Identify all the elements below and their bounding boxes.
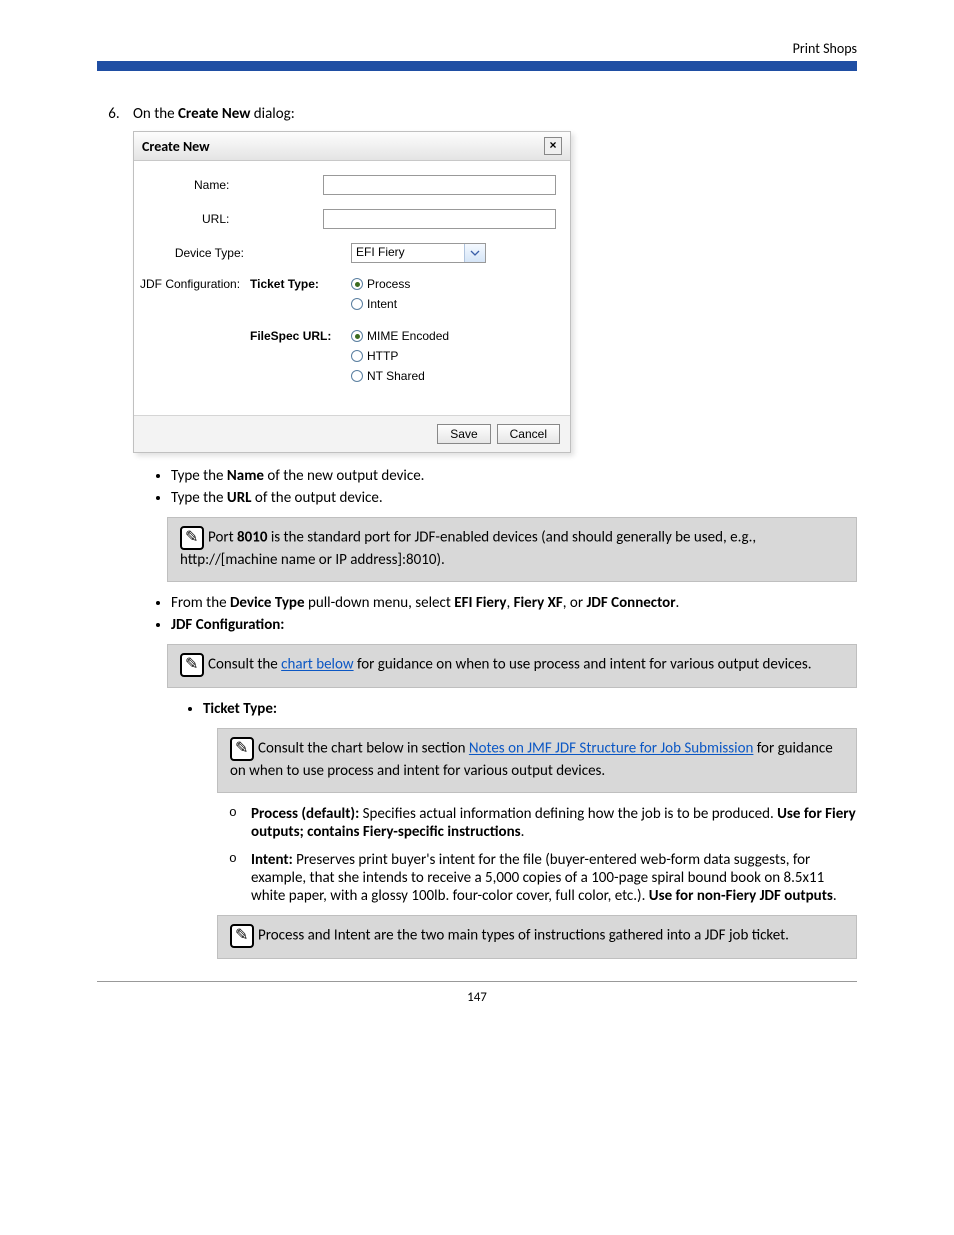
label-device-type: Device Type: [140,246,250,260]
radio-icon[interactable] [351,298,363,310]
create-new-dialog: Create New × Name: URL: Devic [133,131,571,453]
radio-label: HTTP [367,349,398,363]
text: Specifies actual information defining ho… [359,805,777,823]
radio-icon[interactable] [351,370,363,382]
radio-icon[interactable] [351,330,363,342]
text-bold: JDF Connector [586,594,675,612]
text: Consult the chart below in section [258,740,469,758]
save-button[interactable]: Save [437,424,490,444]
text: is the standard port for JDF-enabled dev… [180,529,756,569]
label-jdf-config: JDF Configuration: [140,277,250,291]
header-section: Print Shops [97,40,857,57]
label-name: Name: [140,178,235,192]
pencil-icon [180,526,204,550]
text: . [676,594,680,612]
text-bold: 8010 [237,529,267,547]
bullet-device-type: From the Device Type pull-down menu, sel… [171,594,857,612]
radio-icon[interactable] [351,350,363,362]
bullet-jdf-config: JDF Configuration: [171,616,857,634]
text: pull-down menu, select [305,594,455,612]
text: Type the [171,489,227,507]
radio-label: MIME Encoded [367,329,449,343]
link-chart-below[interactable]: chart below [281,656,353,674]
note-port: Port 8010 is the standard port for JDF-e… [167,517,857,582]
dialog-footer: Save Cancel [134,415,570,452]
label-filespec-url: FileSpec URL: [250,329,351,343]
item-process: Process (default): Specifies actual info… [229,805,857,841]
step-intro: On the Create New dialog: [133,105,857,123]
device-type-select[interactable]: EFI Fiery [351,243,486,263]
text-bold: JDF Configuration: [171,616,284,634]
note-process-intent: Process and Intent are the two main type… [217,915,857,959]
step-6: On the Create New dialog: Create New × N… [123,105,857,959]
close-icon[interactable]: × [544,137,562,155]
radio-mime[interactable]: MIME Encoded [351,329,449,343]
text: . [521,823,525,841]
label-ticket-type: Ticket Type: [250,277,351,291]
label-url: URL: [140,212,235,226]
pencil-icon [230,737,254,761]
bullet-url: Type the URL of the output device. [171,489,857,507]
text: . [833,887,837,905]
bullet-name: Type the Name of the new output device. [171,467,857,485]
text: of the new output device. [264,467,425,485]
text: , or [563,594,587,612]
text-bold: Create New [178,105,250,123]
radio-process[interactable]: Process [351,277,410,291]
device-type-value: EFI Fiery [352,244,464,262]
radio-intent[interactable]: Intent [351,297,410,311]
text: Port [208,529,237,547]
radio-icon[interactable] [351,278,363,290]
url-input[interactable] [323,209,556,229]
text-bold: Intent: [251,851,293,869]
radio-label: Process [367,277,410,291]
text-bold: Device Type [230,594,305,612]
pencil-icon [230,924,254,948]
dialog-title: Create New [142,138,210,155]
radio-http[interactable]: HTTP [351,349,449,363]
cancel-button[interactable]: Cancel [497,424,560,444]
text-bold: Ticket Type: [203,700,277,718]
dialog-titlebar: Create New × [134,132,570,161]
text: Consult the [208,656,281,674]
text: From the [171,594,230,612]
text: Process and Intent are the two main type… [258,927,789,945]
chevron-down-icon[interactable] [464,244,485,262]
text: of the output device. [252,489,383,507]
footer-divider [97,981,857,982]
text: for guidance on when to use process and … [354,656,812,674]
pencil-icon [180,653,204,677]
radio-label: Intent [367,297,397,311]
radio-label: NT Shared [367,369,425,383]
text: dialog: [250,105,294,123]
text-bold: EFI Fiery [454,594,506,612]
item-intent: Intent: Preserves print buyer's intent f… [229,851,857,905]
header-divider [97,61,857,71]
text-bold: Name [227,467,264,485]
text-bold: Use for non-Fiery JDF outputs [649,887,833,905]
text-bold: URL [227,489,252,507]
radio-ntshared[interactable]: NT Shared [351,369,449,383]
text: , [506,594,513,612]
note-chart-below: Consult the chart below for guidance on … [167,644,857,688]
name-input[interactable] [323,175,556,195]
link-jmf-jdf[interactable]: Notes on JMF JDF Structure for Job Submi… [469,740,754,758]
text: Type the [171,467,227,485]
note-jmf-jdf: Consult the chart below in section Notes… [217,728,857,793]
page-number: 147 [97,990,857,1005]
text: On the [133,105,178,123]
text-bold: Fiery XF [514,594,563,612]
text-bold: Process (default): [251,805,359,823]
sub-ticket-type: Ticket Type: [203,700,857,718]
